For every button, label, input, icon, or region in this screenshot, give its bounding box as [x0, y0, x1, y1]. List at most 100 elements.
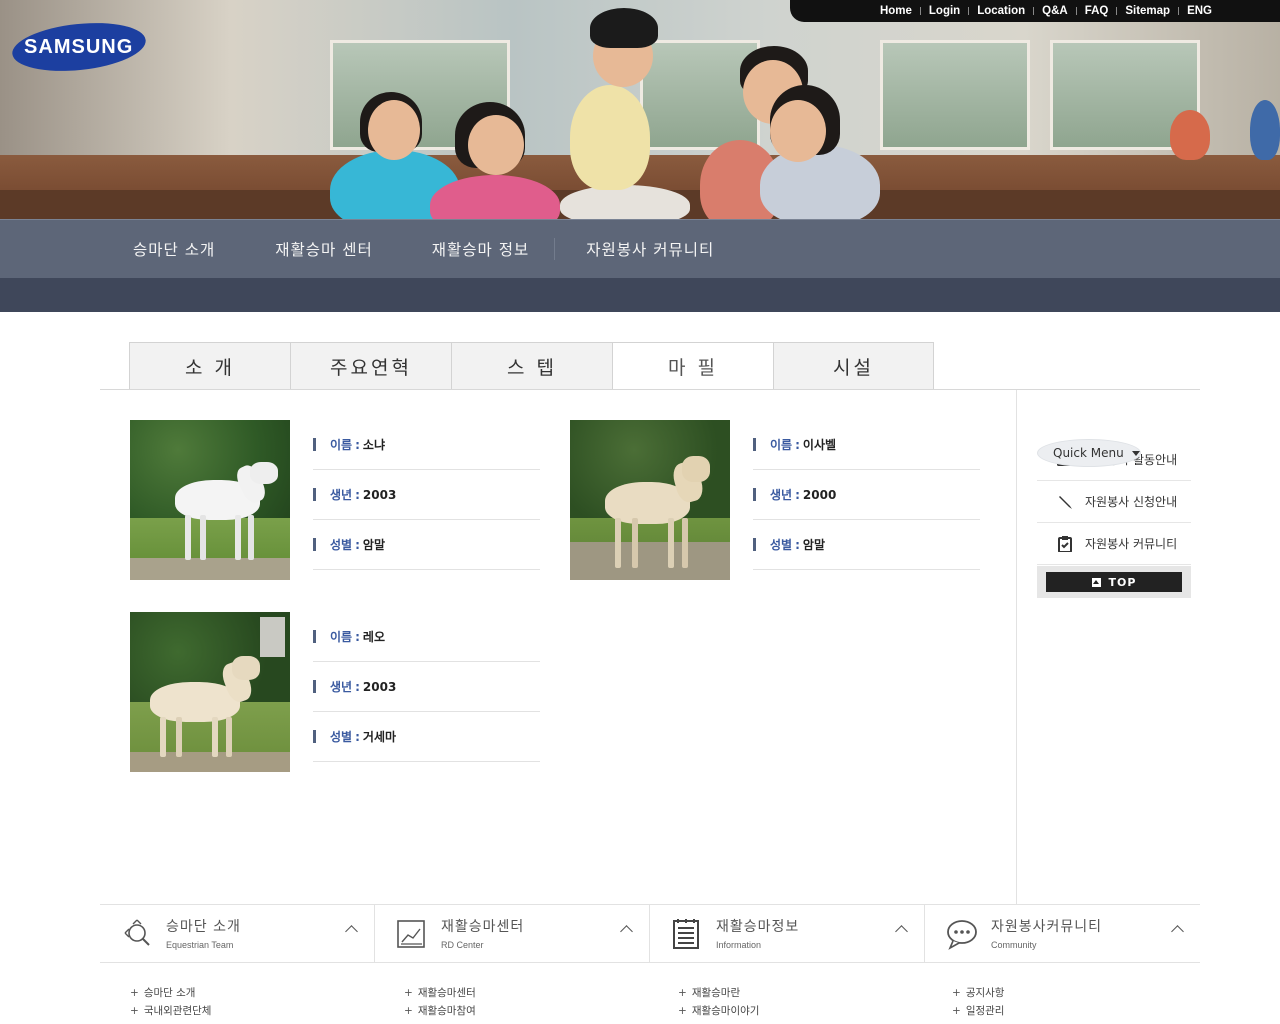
footer-col-community[interactable]: 자원봉사커뮤니티 Community: [925, 905, 1200, 963]
tab-history[interactable]: 주요연혁: [290, 342, 451, 390]
tab-horses[interactable]: 마 필: [612, 342, 773, 390]
quick-item-volunteer-apply[interactable]: 자원봉사 신청안내: [1037, 481, 1191, 523]
footer-col-information[interactable]: 재활승마정보 Information: [650, 905, 925, 963]
home-link[interactable]: Home: [880, 5, 912, 17]
pen-icon: [1057, 495, 1073, 509]
horse-year: 2003: [362, 487, 397, 502]
footer-col-subtitle: Information: [716, 940, 762, 950]
footer-col-rd-center[interactable]: 재활승마센터 RD Center: [375, 905, 650, 963]
horse-name-row: 이름: 소냐: [313, 420, 540, 470]
horse-card: 이름: 레오 생년: 2003 성별: 거세마: [130, 612, 540, 772]
horse-photo: [130, 420, 290, 580]
horse-sex-row: 성별: 암말: [753, 520, 980, 570]
horse-name: 소냐: [362, 438, 385, 452]
footer-link[interactable]: + 승마단 소개: [130, 984, 211, 1002]
quick-menu: Quick Menu 자원봉사 활동안내 자원봉사 신청안내 자원봉사 커뮤니티…: [1037, 439, 1191, 598]
horse-photo: [130, 612, 290, 772]
name-label: 이름: [330, 438, 353, 452]
footer-link[interactable]: + 재활승마센터: [404, 984, 476, 1002]
footer-link[interactable]: + 재활승마이야기: [678, 1002, 759, 1020]
location-link[interactable]: Location: [977, 5, 1025, 17]
horse-year-row: 생년: 2003: [313, 662, 540, 712]
utility-nav: Home Login Location Q&A FAQ Sitemap ENG: [790, 0, 1280, 22]
footer-nav: 승마단 소개 Equestrian Team 재활승마센터 RD Center …: [100, 904, 1200, 963]
sex-label: 성별: [330, 538, 353, 552]
footer-links-community: + 공지사항 + 일정관리: [952, 984, 1004, 1020]
footer-col-title: 재활승마정보: [716, 919, 800, 935]
footer-link[interactable]: + 재활승마참여: [404, 1002, 476, 1020]
qna-link[interactable]: Q&A: [1042, 5, 1068, 17]
top-button-label: TOP: [1108, 575, 1137, 589]
nav-volunteer-community[interactable]: 자원봉사 커뮤니티: [586, 238, 714, 260]
horse-year: 2000: [802, 487, 837, 502]
horse-sex: 거세마: [362, 730, 397, 744]
chevron-up-icon[interactable]: [345, 925, 358, 938]
top-button[interactable]: TOP: [1046, 572, 1182, 592]
chat-icon: [945, 918, 981, 950]
footer-link[interactable]: + 국내외관련단체: [130, 1002, 211, 1020]
footer-link[interactable]: + 재활승마란: [678, 984, 759, 1002]
chevron-up-icon[interactable]: [1171, 925, 1184, 938]
faq-link[interactable]: FAQ: [1085, 5, 1109, 17]
sitemap-link[interactable]: Sitemap: [1125, 5, 1170, 17]
notepad-icon: [670, 918, 706, 950]
nav-divider: [554, 238, 556, 260]
footer-link[interactable]: + 공지사항: [952, 984, 1004, 1002]
quick-item-label: 자원봉사 커뮤니티: [1085, 537, 1178, 551]
tab-intro[interactable]: 소 개: [129, 342, 290, 390]
horse-name-row: 이름: 이사벨: [753, 420, 980, 470]
footer-col-subtitle: RD Center: [441, 940, 484, 950]
footer-col-subtitle: Community: [991, 940, 1037, 950]
hero-banner: [0, 0, 1280, 219]
name-label: 이름: [770, 438, 793, 452]
checklist-icon: [1057, 535, 1073, 552]
horse-year-row: 생년: 2000: [753, 470, 980, 520]
horse-sex-row: 성별: 거세마: [313, 712, 540, 762]
tab-underline: [100, 389, 1200, 390]
login-link[interactable]: Login: [929, 5, 960, 17]
content-tabs: 소 개 주요연혁 스 텝 마 필 시설: [129, 342, 934, 390]
name-label: 이름: [330, 630, 353, 644]
main-nav: 승마단 소개 재활승마 센터 재활승마 정보 자원봉사 커뮤니티: [0, 219, 1280, 278]
arrow-up-icon: [1091, 577, 1101, 587]
quick-menu-header[interactable]: Quick Menu: [1037, 439, 1141, 467]
year-label: 생년: [770, 488, 793, 502]
horse-name: 이사벨: [802, 438, 837, 452]
english-link[interactable]: ENG: [1187, 5, 1212, 17]
tab-staff[interactable]: 스 텝: [451, 342, 612, 390]
nav-rd-center[interactable]: 재활승마 센터: [275, 238, 373, 260]
footer-links-team: + 승마단 소개 + 국내외관련단체: [130, 984, 211, 1020]
quick-item-label: 자원봉사 신청안내: [1085, 495, 1178, 509]
footer-links-rd-center: + 재활승마센터 + 재활승마참여: [404, 984, 476, 1020]
horse-sex: 암말: [802, 538, 825, 552]
horse-year-row: 생년: 2003: [313, 470, 540, 520]
footer-col-team[interactable]: 승마단 소개 Equestrian Team: [100, 905, 375, 963]
year-label: 생년: [330, 680, 353, 694]
sidebar-divider: [1016, 390, 1017, 905]
caret-down-icon: [1131, 450, 1140, 456]
sex-label: 성별: [330, 730, 353, 744]
horse-sex: 암말: [362, 538, 385, 552]
horse-name-row: 이름: 레오: [313, 612, 540, 662]
search-icon: [120, 918, 156, 950]
footer-col-title: 자원봉사커뮤니티: [991, 919, 1103, 935]
year-label: 생년: [330, 488, 353, 502]
chart-icon: [395, 918, 431, 950]
footer-links-information: + 재활승마란 + 재활승마이야기: [678, 984, 759, 1020]
nav-rd-info[interactable]: 재활승마 정보: [432, 238, 530, 260]
chevron-up-icon[interactable]: [620, 925, 633, 938]
horse-photo: [570, 420, 730, 580]
horse-card: 이름: 이사벨 생년: 2000 성별: 암말: [570, 420, 980, 580]
footer-col-title: 승마단 소개: [166, 919, 241, 935]
sub-nav-bar: [0, 278, 1280, 312]
footer-col-subtitle: Equestrian Team: [166, 940, 234, 950]
nav-team-intro[interactable]: 승마단 소개: [133, 238, 215, 260]
quick-item-volunteer-community[interactable]: 자원봉사 커뮤니티: [1037, 523, 1191, 565]
horse-year: 2003: [362, 679, 397, 694]
sex-label: 성별: [770, 538, 793, 552]
horse-card: 이름: 소냐 생년: 2003 성별: 암말: [130, 420, 540, 580]
tab-facilities[interactable]: 시설: [773, 342, 934, 390]
logo-text: SAMSUNG: [24, 35, 134, 58]
footer-link[interactable]: + 일정관리: [952, 1002, 1004, 1020]
chevron-up-icon[interactable]: [895, 925, 908, 938]
